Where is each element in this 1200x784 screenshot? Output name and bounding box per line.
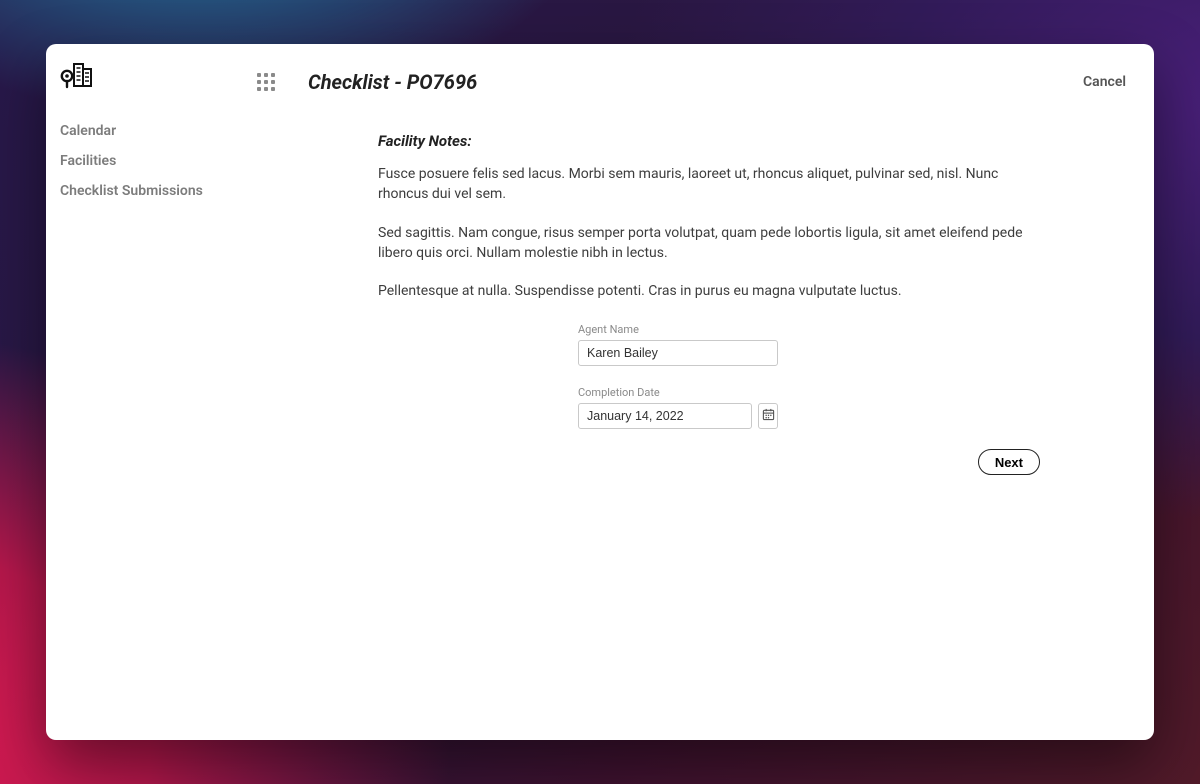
sidebar-item-calendar[interactable]: Calendar	[60, 116, 232, 146]
facility-notes-body: Fusce posuere felis sed lacus. Morbi sem…	[378, 164, 1044, 301]
date-picker-button[interactable]	[758, 403, 778, 429]
actions-row: Next	[378, 449, 1044, 475]
content-area: Facility Notes: Fusce posuere felis sed …	[246, 104, 1154, 503]
facility-note-paragraph: Fusce posuere felis sed lacus. Morbi sem…	[378, 164, 1044, 205]
completion-date-field-wrapper: Completion Date	[578, 386, 778, 429]
cancel-button[interactable]: Cancel	[1083, 74, 1126, 90]
agent-name-input[interactable]	[578, 340, 778, 366]
calendar-icon	[762, 408, 775, 424]
apps-grid-icon	[257, 73, 275, 91]
completion-date-input[interactable]	[578, 403, 752, 429]
sidebar-item-checklist-submissions[interactable]: Checklist Submissions	[60, 176, 232, 206]
agent-name-field-wrapper: Agent Name	[578, 323, 778, 366]
sidebar: Calendar Facilities Checklist Submission…	[46, 44, 246, 740]
sidebar-item-facilities[interactable]: Facilities	[60, 146, 232, 176]
page-title: Checklist - PO7696	[308, 70, 477, 94]
facility-notes-heading: Facility Notes:	[378, 132, 1044, 150]
completion-date-label: Completion Date	[578, 386, 778, 399]
agent-name-label: Agent Name	[578, 323, 778, 336]
main-content: Checklist - PO7696 Cancel Facility Notes…	[246, 44, 1154, 740]
next-button[interactable]: Next	[978, 449, 1040, 475]
facility-note-paragraph: Pellentesque at nulla. Suspendisse poten…	[378, 281, 1044, 301]
form: Agent Name Completion Date	[378, 323, 1044, 429]
app-logo-icon	[60, 60, 232, 94]
apps-menu-button[interactable]	[252, 68, 280, 96]
facility-note-paragraph: Sed sagittis. Nam congue, risus semper p…	[378, 223, 1044, 264]
top-bar: Checklist - PO7696 Cancel	[246, 60, 1154, 104]
app-window: Calendar Facilities Checklist Submission…	[46, 44, 1154, 740]
